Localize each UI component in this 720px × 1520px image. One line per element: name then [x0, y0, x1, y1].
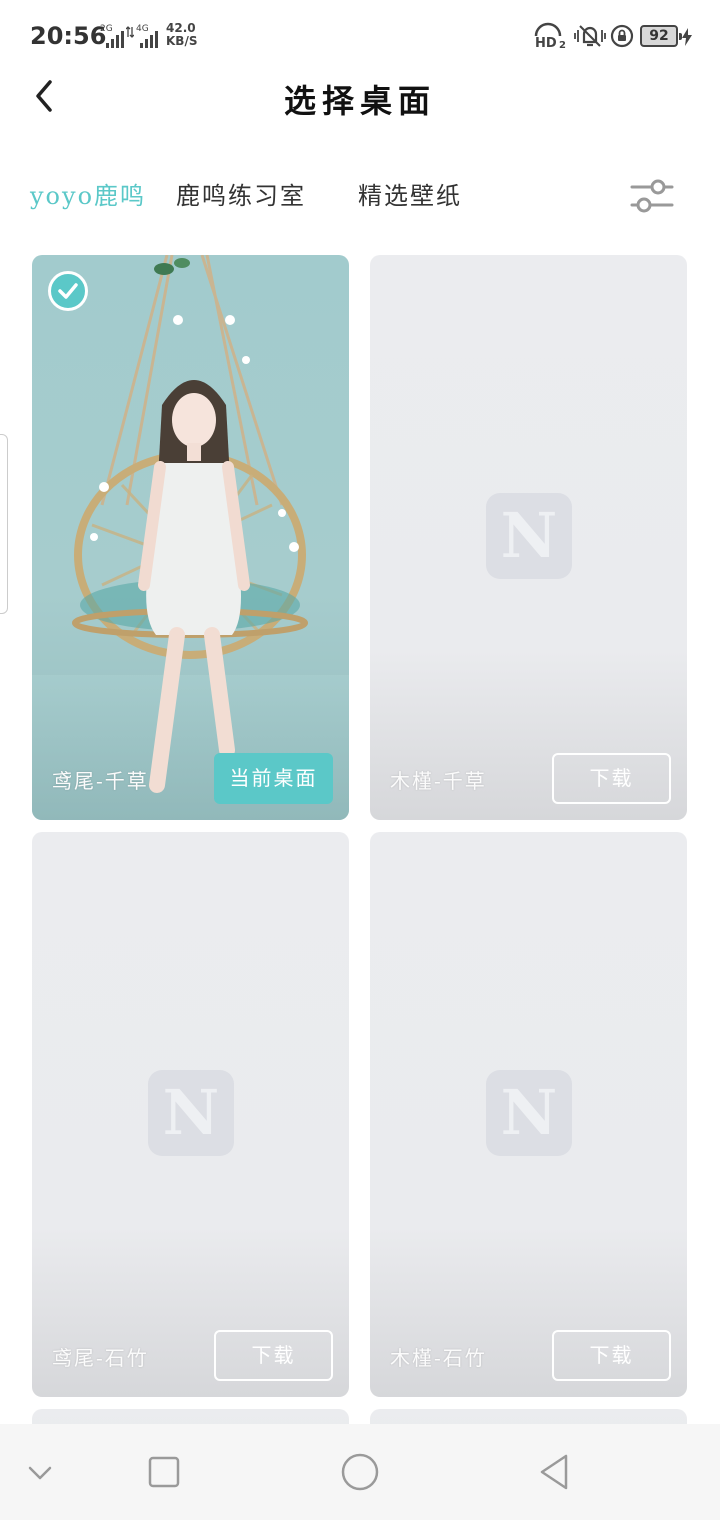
side-drawer-handle[interactable] — [0, 434, 8, 614]
nav-back-button[interactable] — [532, 1448, 580, 1496]
network-speed-unit: KB/S — [166, 34, 198, 48]
placeholder-logo-icon: N — [486, 1070, 572, 1156]
download-button[interactable]: 下载 — [214, 1330, 333, 1381]
signal-sim2-icon: 4G — [126, 24, 160, 48]
status-time: 20:56 — [30, 22, 107, 50]
nav-recents-button[interactable] — [140, 1448, 188, 1496]
selected-checkmark-icon — [48, 271, 88, 311]
chevron-down-icon — [28, 1466, 52, 1480]
nav-collapse-button[interactable] — [16, 1448, 64, 1496]
battery-indicator: 92 — [640, 25, 682, 47]
svg-text:HD: HD — [535, 36, 557, 50]
wallpaper-name: 鸢尾-石竹 — [52, 1346, 149, 1370]
download-button[interactable]: 下载 — [552, 753, 671, 804]
circle-icon — [341, 1453, 379, 1491]
sliders-icon — [630, 179, 674, 213]
square-icon — [148, 1456, 180, 1488]
filter-settings-button[interactable] — [630, 178, 674, 214]
placeholder-logo-icon: N — [486, 493, 572, 579]
placeholder-logo-icon: N — [148, 1070, 234, 1156]
signal-sim1-icon: 2G — [100, 24, 124, 48]
wallpaper-name: 鸢尾-千草 — [52, 769, 149, 793]
wallpaper-name: 木槿-石竹 — [390, 1346, 487, 1370]
svg-text:2: 2 — [559, 40, 566, 50]
network-speed: 42.0 KB/S — [166, 22, 197, 48]
wallpaper-card[interactable]: N 木槿-千草 下载 — [370, 255, 687, 820]
current-desktop-button[interactable]: 当前桌面 — [214, 753, 333, 804]
tab-yoyo-luming[interactable]: yoyo鹿鸣 — [30, 176, 146, 211]
charging-icon — [682, 28, 692, 46]
wallpaper-card[interactable]: N 木槿-石竹 下载 — [370, 832, 687, 1397]
tab-featured-wallpapers[interactable]: 精选壁纸 — [358, 176, 462, 211]
nav-home-button[interactable] — [336, 1448, 384, 1496]
rotation-lock-icon — [610, 24, 634, 48]
triangle-back-icon — [540, 1454, 568, 1490]
vibrate-icon — [574, 22, 606, 50]
wallpaper-name: 木槿-千草 — [390, 769, 487, 793]
wallpaper-preview-image — [32, 255, 349, 820]
page-title: 选择桌面 — [283, 82, 436, 120]
download-button[interactable]: 下载 — [552, 1330, 671, 1381]
status-bar: 20:56 2G 4G 42.0 KB/S HD 2 92 — [0, 0, 720, 72]
wallpaper-card[interactable]: 鸢尾-千草 当前桌面 — [32, 255, 349, 820]
wallpaper-card[interactable]: N 鸢尾-石竹 下载 — [32, 832, 349, 1397]
system-navigation-bar — [0, 1424, 720, 1520]
tab-luming-practice-room[interactable]: 鹿鸣练习室 — [176, 176, 306, 211]
data-arrows-icon — [126, 26, 134, 38]
hd-voice-icon: HD 2 — [534, 22, 570, 51]
